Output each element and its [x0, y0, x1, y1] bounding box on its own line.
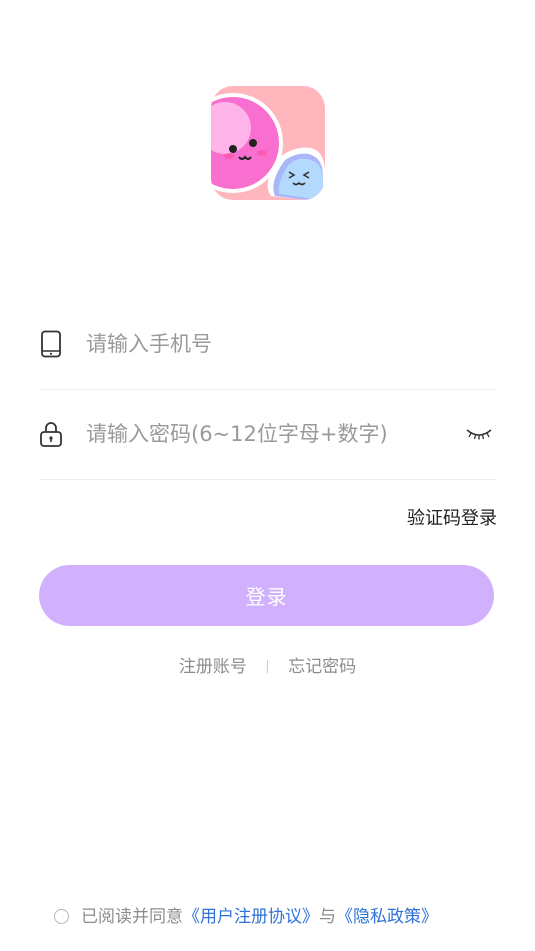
- agreement-row: 已阅读并同意《用户注册协议》与《隐私政策》: [54, 902, 438, 928]
- forgot-password-link[interactable]: 忘记密码: [288, 657, 356, 677]
- app-logo: [211, 86, 325, 200]
- phone-icon: [41, 330, 61, 358]
- lock-icon: [40, 422, 62, 447]
- password-input[interactable]: [86, 414, 456, 454]
- account-links: 注册账号 | 忘记密码: [0, 652, 535, 677]
- user-agreement-link[interactable]: 《用户注册协议》: [183, 907, 319, 927]
- password-field: [39, 389, 497, 480]
- phone-field: [39, 299, 497, 390]
- link-separator: |: [265, 659, 270, 674]
- register-link[interactable]: 注册账号: [179, 657, 247, 677]
- agreement-checkbox[interactable]: [54, 909, 69, 924]
- app-logo-icon: [211, 93, 325, 200]
- agreement-connector: 与: [319, 907, 336, 927]
- agreement-prefix: 已阅读并同意: [81, 907, 183, 927]
- login-button[interactable]: 登录: [39, 565, 494, 626]
- privacy-policy-link[interactable]: 《隐私政策》: [336, 907, 438, 927]
- eye-closed-icon[interactable]: [465, 424, 493, 442]
- sms-code-login-link[interactable]: 验证码登录: [407, 504, 497, 530]
- phone-input[interactable]: [86, 324, 456, 364]
